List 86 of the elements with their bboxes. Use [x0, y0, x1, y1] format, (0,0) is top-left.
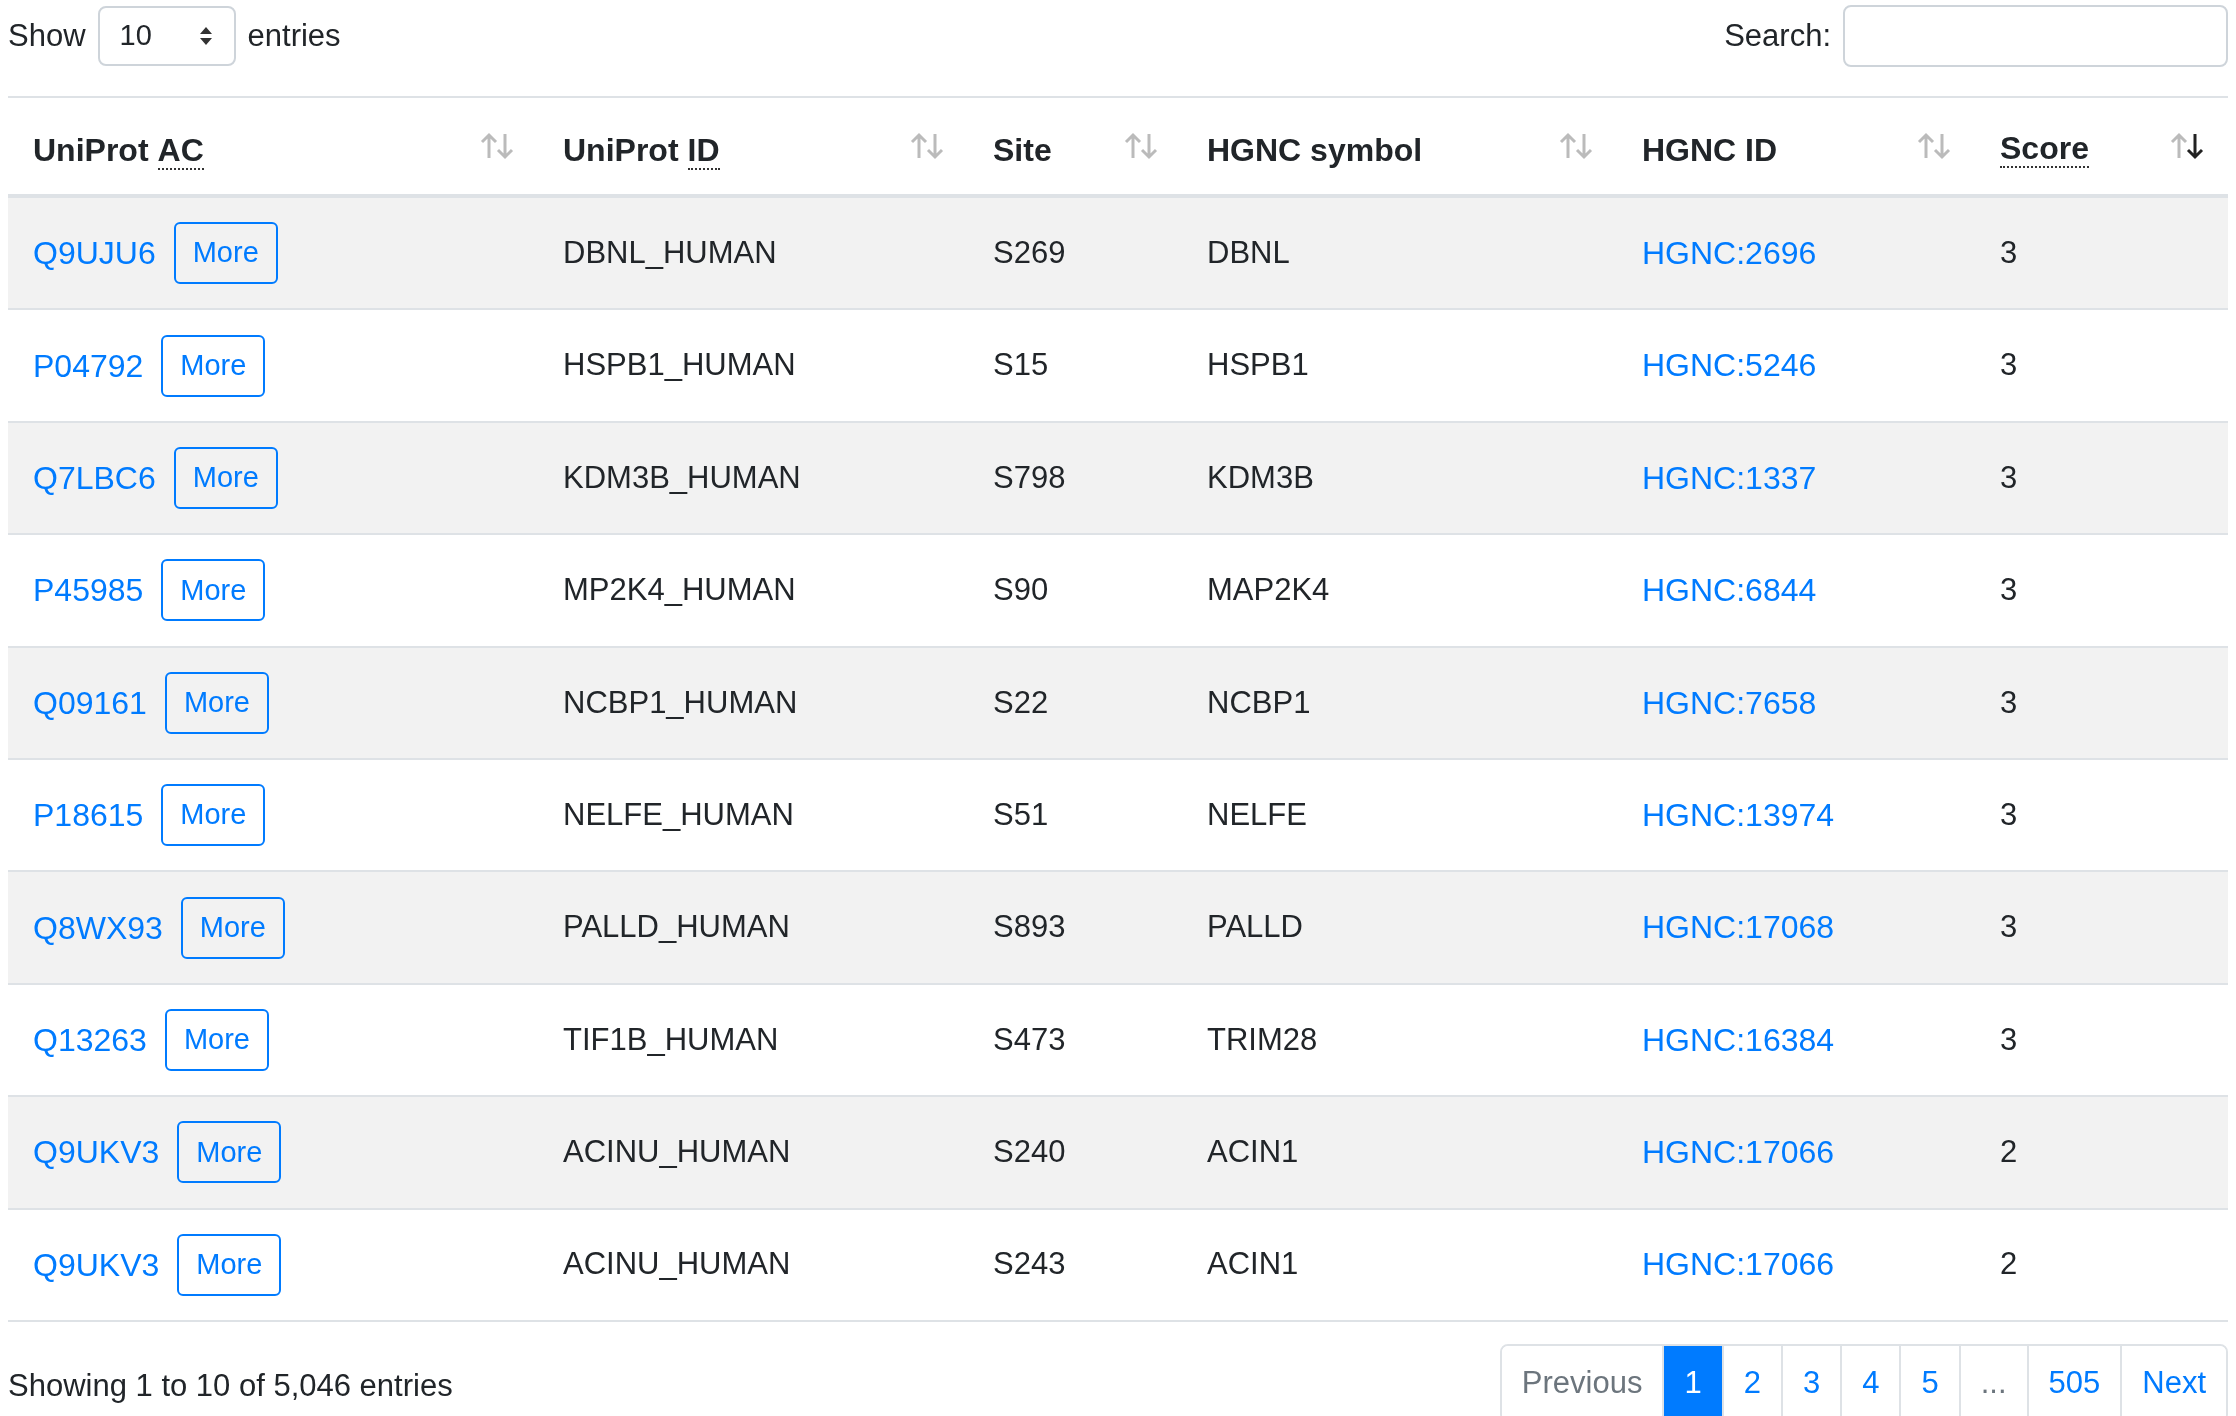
table-cell: S243: [993, 1246, 1066, 1282]
hgnc-link[interactable]: HGNC:13974: [1642, 796, 1835, 833]
table-cell: ACINU_HUMAN: [563, 1246, 791, 1282]
table-cell: ACIN1: [1207, 1246, 1299, 1282]
entries-label: entries: [247, 16, 341, 55]
table-cell: HSPB1: [1207, 347, 1309, 383]
table-cell: S240: [993, 1134, 1066, 1170]
hgnc-link[interactable]: HGNC:5246: [1642, 347, 1817, 384]
show-label: Show: [8, 16, 86, 55]
hgnc-link[interactable]: HGNC:17068: [1642, 909, 1835, 946]
accession-link[interactable]: Q9UKV3: [33, 1128, 160, 1177]
table-cell: KDM3B_HUMAN: [563, 459, 801, 495]
accession-link[interactable]: P04792: [33, 341, 144, 390]
more-button[interactable]: More: [180, 896, 285, 959]
table-cell: MP2K4_HUMAN: [563, 572, 796, 608]
hgnc-link[interactable]: HGNC:1337: [1642, 459, 1817, 496]
more-button[interactable]: More: [173, 222, 278, 285]
hgnc-link[interactable]: HGNC:2696: [1642, 234, 1817, 271]
table-cell: S473: [993, 1021, 1066, 1057]
column-header[interactable]: UniProt: [563, 126, 679, 174]
entries-info: Showing 1 to 10 of 5,046 entries: [8, 1367, 453, 1406]
table-cell: 3: [2000, 1021, 2018, 1057]
table-cell: 3: [2000, 347, 2018, 383]
column-header[interactable]: HGNC ID: [1642, 126, 1778, 174]
hgnc-link[interactable]: HGNC:6844: [1642, 572, 1817, 609]
column-header[interactable]: Site: [993, 126, 1052, 174]
table-cell: S798: [993, 459, 1066, 495]
table-cell: NELFE: [1207, 796, 1307, 832]
table-cell: S51: [993, 796, 1049, 832]
column-abbreviation[interactable]: Score: [2000, 132, 2089, 168]
table-cell: TRIM28: [1207, 1021, 1318, 1057]
table-cell: S15: [993, 347, 1049, 383]
table-cell: S269: [993, 234, 1066, 270]
more-button[interactable]: More: [161, 784, 266, 847]
column-abbreviation[interactable]: AC: [157, 134, 204, 170]
table-cell: ACINU_HUMAN: [563, 1134, 791, 1170]
table-cell: 2: [2000, 1134, 2018, 1170]
table-cell: PALLD_HUMAN: [563, 909, 790, 945]
column-header[interactable]: UniProt: [33, 126, 149, 174]
column-abbreviation[interactable]: ID: [687, 134, 720, 170]
table-cell: DBNL: [1207, 234, 1290, 270]
table-cell: 3: [2000, 234, 2018, 270]
table-cell: DBNL_HUMAN: [563, 234, 777, 270]
column-header[interactable]: HGNC symbol: [1207, 126, 1423, 174]
table-cell: 3: [2000, 909, 2018, 945]
table-cell: ACIN1: [1207, 1134, 1299, 1170]
table-cell: NCBP1: [1207, 684, 1311, 720]
more-button[interactable]: More: [161, 334, 266, 397]
table-cell: 3: [2000, 572, 2018, 608]
table-cell: NELFE_HUMAN: [563, 796, 794, 832]
more-button[interactable]: More: [164, 671, 269, 734]
table-cell: 2: [2000, 1246, 2018, 1282]
page-button[interactable]: Next: [2120, 1345, 2226, 1416]
hgnc-link[interactable]: HGNC:16384: [1642, 1021, 1835, 1058]
search-label: Search:: [1724, 16, 1831, 55]
page-button[interactable]: 1: [1662, 1345, 1722, 1416]
table-cell: MAP2K4: [1207, 572, 1330, 608]
table-cell: S22: [993, 684, 1049, 720]
table-cell: NCBP1_HUMAN: [563, 684, 798, 720]
more-button[interactable]: More: [164, 1008, 269, 1071]
hgnc-link[interactable]: HGNC:7658: [1642, 684, 1817, 721]
accession-link[interactable]: Q9UJU6: [33, 229, 156, 278]
accession-link[interactable]: Q8WX93: [33, 903, 163, 952]
more-button[interactable]: More: [173, 446, 278, 509]
table-cell: 3: [2000, 796, 2018, 832]
more-button[interactable]: More: [161, 559, 266, 622]
table-cell: HSPB1_HUMAN: [563, 347, 796, 383]
accession-link[interactable]: Q09161: [33, 678, 147, 727]
table-cell: S90: [993, 572, 1049, 608]
table-cell: PALLD: [1207, 909, 1303, 945]
accession-link[interactable]: P45985: [33, 566, 144, 615]
table-cell: 3: [2000, 459, 2018, 495]
accession-link[interactable]: Q13263: [33, 1015, 147, 1064]
accession-link[interactable]: Q9UKV3: [33, 1240, 160, 1289]
table-cell: 3: [2000, 684, 2018, 720]
entries-select[interactable]: 10: [97, 6, 236, 66]
hgnc-link[interactable]: HGNC:17066: [1642, 1246, 1835, 1283]
accession-link[interactable]: P18615: [33, 791, 144, 840]
table-cell: S893: [993, 909, 1066, 945]
table-cell: TIF1B_HUMAN: [563, 1021, 779, 1057]
more-button[interactable]: More: [177, 1121, 282, 1184]
more-button[interactable]: More: [177, 1233, 282, 1296]
table-cell: KDM3B: [1207, 459, 1314, 495]
search-field[interactable]: [1843, 5, 2228, 67]
hgnc-link[interactable]: HGNC:17066: [1642, 1134, 1835, 1171]
accession-link[interactable]: Q7LBC6: [33, 453, 156, 502]
